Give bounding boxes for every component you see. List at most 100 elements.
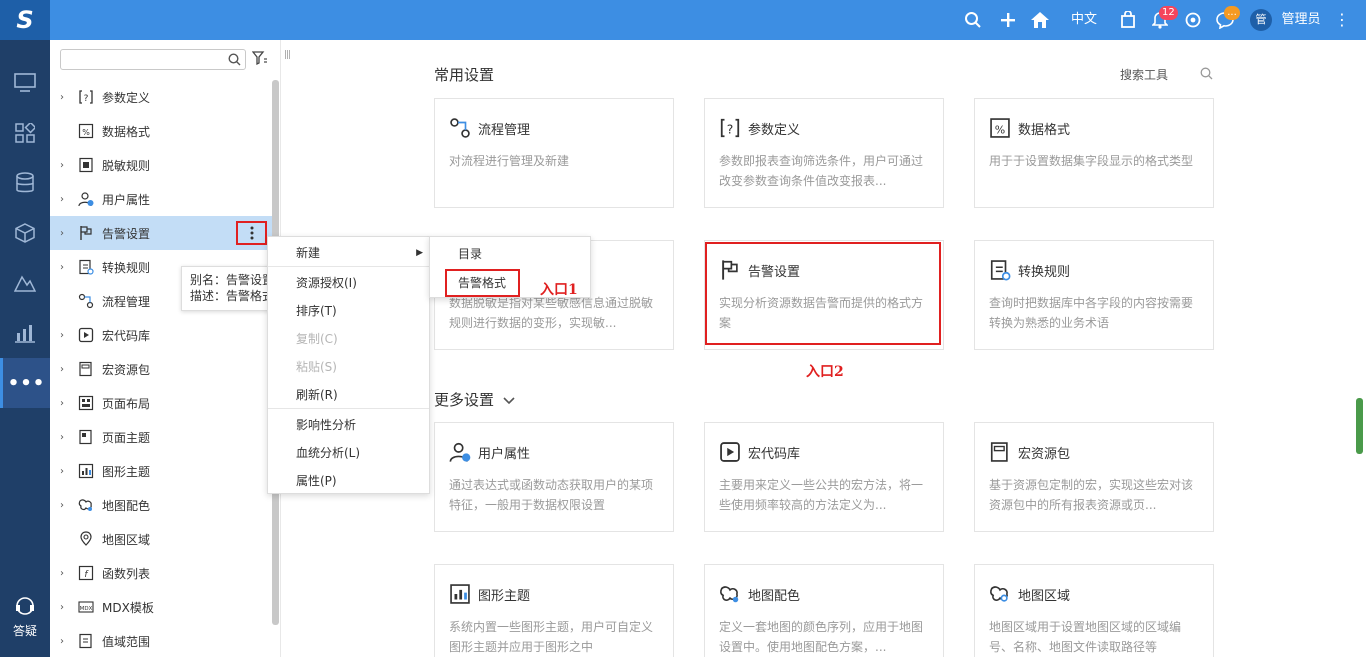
- card-title: 数据格式: [1018, 123, 1071, 138]
- chevron-right-icon[interactable]: ›: [60, 568, 76, 579]
- page-scrollbar[interactable]: [1356, 398, 1363, 454]
- tree-item[interactable]: › f 函数列表: [50, 556, 272, 590]
- chevron-right-icon[interactable]: ›: [60, 194, 76, 205]
- settings-card[interactable]: 转换规则 查询时把数据库中各字段的内容按需要转换为熟悉的业务术语: [974, 240, 1214, 350]
- card-description: 基于资源包定制的宏，实现这些宏对该资源包中的所有报表资源或页...: [989, 478, 1194, 512]
- more-vertical-icon[interactable]: ⋮: [1334, 0, 1350, 40]
- tree-item[interactable]: › 用户属性: [50, 182, 272, 216]
- bar-chart-icon[interactable]: [0, 308, 50, 358]
- chevron-right-icon[interactable]: ›: [60, 92, 76, 103]
- tree-item[interactable]: › 地图配色: [50, 488, 272, 522]
- chevron-right-icon[interactable]: ›: [60, 398, 76, 409]
- context-menu-item[interactable]: 血统分析(L): [268, 439, 429, 467]
- search-icon[interactable]: [962, 0, 984, 40]
- chevron-right-icon[interactable]: ›: [60, 602, 76, 613]
- card-title: 用户属性: [478, 447, 531, 462]
- tree-item[interactable]: % 数据格式: [50, 114, 272, 148]
- context-menu-item-label: 复制(C): [296, 332, 338, 346]
- user-name[interactable]: 管理员: [1280, 0, 1322, 40]
- settings-card[interactable]: 用户属性 通过表达式或函数动态获取用户的某项特征，一般用于数据权限设置: [434, 422, 674, 532]
- search-icon[interactable]: [228, 53, 241, 66]
- cube-icon[interactable]: [0, 208, 50, 258]
- gear-icon[interactable]: [1182, 0, 1204, 40]
- settings-card[interactable]: 宏资源包 基于资源包定制的宏，实现这些宏对该资源包中的所有报表资源或页...: [974, 422, 1214, 532]
- more-vertical-icon: [250, 226, 253, 240]
- logo[interactable]: S: [0, 0, 50, 40]
- context-menu-item: 粘贴(S): [268, 353, 429, 381]
- mountain-icon[interactable]: [0, 258, 50, 308]
- context-menu-item[interactable]: 资源授权(I): [268, 269, 429, 297]
- bag-icon[interactable]: [1117, 0, 1139, 40]
- tree-item[interactable]: › 告警设置: [50, 216, 272, 250]
- context-menu-item[interactable]: 排序(T): [268, 297, 429, 325]
- notification-badge: 12: [1159, 6, 1178, 20]
- context-menu-item[interactable]: 属性(P): [268, 467, 429, 495]
- filter-icon[interactable]: [252, 51, 268, 66]
- common-settings-title: 常用设置: [434, 66, 495, 84]
- language-switch[interactable]: 中文: [1068, 0, 1100, 40]
- chevron-right-icon[interactable]: ›: [60, 364, 76, 375]
- settings-card[interactable]: 流程管理 对流程进行管理及新建: [434, 98, 674, 208]
- context-menu-item[interactable]: 刷新(R): [268, 381, 429, 409]
- avatar[interactable]: 管: [1250, 9, 1272, 31]
- settings-card[interactable]: ? 参数定义 参数即报表查询筛选条件，用户可通过改变参数查询条件值改变报表...: [704, 98, 944, 208]
- help-button[interactable]: 答疑: [0, 595, 50, 639]
- chevron-right-icon[interactable]: ›: [60, 330, 76, 341]
- submenu-item[interactable]: 目录: [430, 240, 590, 268]
- settings-card[interactable]: 图形主题 系统内置一些图形主题，用户可自定义图形主题并应用于图形之中: [434, 564, 674, 657]
- card-title: 图形主题: [478, 589, 531, 604]
- apps-icon[interactable]: [0, 108, 50, 158]
- card-title: 地图区域: [1018, 589, 1071, 604]
- tree-search[interactable]: [60, 49, 246, 70]
- svg-text:%: %: [82, 128, 90, 137]
- chevron-right-icon[interactable]: ›: [60, 636, 76, 647]
- chevron-right-icon[interactable]: ›: [60, 160, 76, 171]
- context-menu-item[interactable]: 影响性分析: [268, 411, 429, 439]
- chevron-right-icon[interactable]: ›: [60, 262, 76, 273]
- settings-card[interactable]: 地图配色 定义一套地图的颜色序列，应用于地图设置中。使用地图配色方案，...: [704, 564, 944, 657]
- tree-item[interactable]: › 页面布局: [50, 386, 272, 420]
- map-color-icon: [78, 497, 94, 513]
- home-icon[interactable]: [1029, 0, 1051, 40]
- tree-item-label: 值域范围: [102, 634, 151, 649]
- settings-card[interactable]: 宏代码库 主要用来定义一些公共的宏方法，将一些使用频率较高的方法定义为...: [704, 422, 944, 532]
- entry-2-label: 入口2: [806, 364, 844, 380]
- tree-item-label: MDX模板: [102, 600, 154, 615]
- more-dots-icon[interactable]: •••: [0, 358, 50, 408]
- card-description: 定义一套地图的颜色序列，应用于地图设置中。使用地图配色方案，...: [719, 620, 924, 654]
- chevron-right-icon[interactable]: ›: [60, 432, 76, 443]
- bell-icon[interactable]: 12: [1149, 0, 1178, 40]
- context-menu-item[interactable]: 新建 ▶: [268, 239, 429, 267]
- panel-splitter[interactable]: |||: [284, 50, 291, 60]
- tree-item[interactable]: ›? 参数定义: [50, 80, 272, 114]
- mdx-icon: MDX: [78, 599, 94, 615]
- tree-item[interactable]: › 值域范围: [50, 624, 272, 657]
- flag-icon: [78, 225, 94, 241]
- tree-search-input[interactable]: [65, 50, 225, 69]
- map-region-icon: [989, 583, 1011, 605]
- svg-text:?: ?: [84, 94, 89, 104]
- tree-item[interactable]: › 图形主题: [50, 454, 272, 488]
- chevron-right-icon[interactable]: ›: [60, 466, 76, 477]
- tree-item[interactable]: › 脱敏规则: [50, 148, 272, 182]
- monitor-icon[interactable]: [0, 58, 50, 108]
- tree-item[interactable]: › MDX MDX模板: [50, 590, 272, 624]
- search-tools-label[interactable]: 搜索工具: [1120, 66, 1168, 83]
- tree-item[interactable]: › 宏代码库: [50, 318, 272, 352]
- more-options-button[interactable]: [236, 221, 267, 245]
- database-icon[interactable]: [0, 158, 50, 208]
- tree-item[interactable]: › 宏资源包: [50, 352, 272, 386]
- tree-item[interactable]: 地图区域: [50, 522, 272, 556]
- more-settings-title[interactable]: 更多设置: [434, 389, 515, 410]
- caret-right-icon: ▶: [416, 248, 423, 258]
- search-icon[interactable]: [1200, 67, 1213, 80]
- chat-icon[interactable]: ...: [1214, 0, 1240, 40]
- settings-card[interactable]: 地图区域 地图区域用于设置地图区域的区域编号、名称、地图文件读取路径等: [974, 564, 1214, 657]
- svg-text:?: ?: [727, 123, 734, 137]
- plus-icon[interactable]: [997, 0, 1019, 40]
- format-icon: %: [78, 123, 94, 139]
- chevron-right-icon[interactable]: ›: [60, 228, 76, 239]
- chevron-right-icon[interactable]: ›: [60, 500, 76, 511]
- tree-item[interactable]: › 页面主题: [50, 420, 272, 454]
- settings-card[interactable]: % 数据格式 用于于设置数据集字段显示的格式类型: [974, 98, 1214, 208]
